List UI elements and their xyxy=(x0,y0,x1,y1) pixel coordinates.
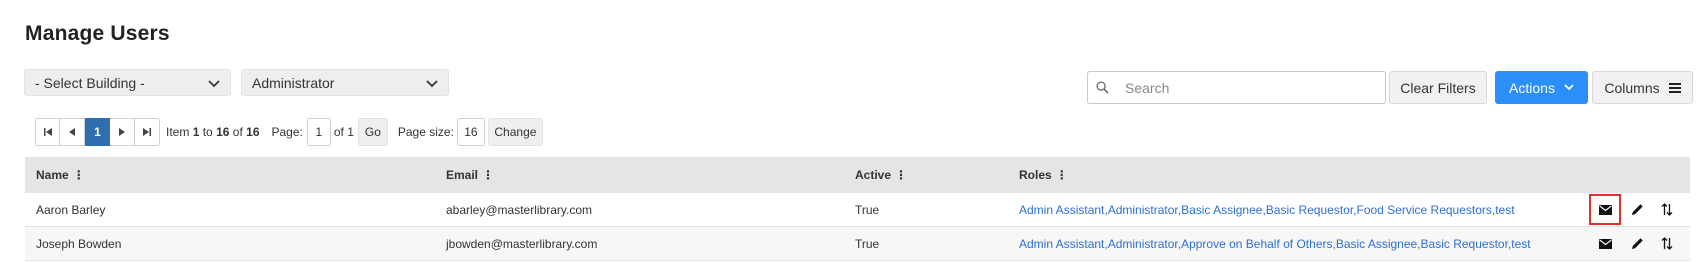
column-menu-icon[interactable]: ⋮ xyxy=(895,168,907,182)
of-pages-text: of 1 xyxy=(333,125,354,139)
column-header-email[interactable]: Email ⋮ xyxy=(446,168,494,182)
menu-icon xyxy=(1668,82,1681,93)
column-header-label: Name xyxy=(36,168,69,182)
column-header-name[interactable]: Name ⋮ xyxy=(36,168,85,182)
column-menu-icon[interactable]: ⋮ xyxy=(1056,168,1068,182)
item-of-word: of xyxy=(232,125,243,139)
first-page-button[interactable] xyxy=(35,118,60,146)
building-select[interactable]: - Select Building - xyxy=(24,69,231,96)
first-page-icon xyxy=(43,128,52,136)
user-email: jbowden@masterlibrary.com xyxy=(446,236,598,251)
item-total: 16 xyxy=(246,125,260,139)
columns-button[interactable]: Columns xyxy=(1592,71,1693,104)
role-select[interactable]: Administrator xyxy=(241,69,449,96)
search-input[interactable] xyxy=(1123,78,1367,97)
table-row: Joseph Bowden jbowden@masterlibrary.com … xyxy=(25,227,1690,261)
user-roles-link[interactable]: Admin Assistant,Administrator,Approve on… xyxy=(1019,237,1531,251)
prev-page-icon xyxy=(69,128,75,136)
user-name: Aaron Barley xyxy=(36,202,106,217)
user-name: Joseph Bowden xyxy=(36,236,122,251)
prev-page-button[interactable] xyxy=(60,118,85,146)
envelope-icon[interactable] xyxy=(1591,227,1619,260)
column-header-label: Active xyxy=(855,168,892,182)
role-select-value: Administrator xyxy=(252,74,335,91)
last-page-button[interactable] xyxy=(135,118,160,146)
page-label: Page: xyxy=(271,125,303,139)
item-prefix: Item xyxy=(166,125,190,139)
column-header-active[interactable]: Active ⋮ xyxy=(855,168,907,182)
go-button[interactable]: Go xyxy=(357,118,388,146)
search-icon xyxy=(1096,81,1109,94)
column-menu-icon[interactable]: ⋮ xyxy=(73,168,85,182)
item-from: 1 xyxy=(192,125,200,139)
table-header: Name ⋮ Email ⋮ Active ⋮ Roles ⋮ xyxy=(25,157,1690,193)
clear-filters-button[interactable]: Clear Filters xyxy=(1389,71,1487,104)
user-roles-link[interactable]: Admin Assistant,Administrator,Basic Assi… xyxy=(1019,203,1515,217)
column-header-roles[interactable]: Roles ⋮ xyxy=(1019,168,1068,182)
table-row: Aaron Barley abarley@masterlibrary.com T… xyxy=(25,193,1690,227)
page-size-label: Page size: xyxy=(397,125,454,139)
pencil-icon[interactable] xyxy=(1623,193,1651,226)
sort-arrows-icon[interactable] xyxy=(1653,227,1681,260)
page-input[interactable]: 1 xyxy=(306,118,331,146)
next-page-button[interactable] xyxy=(110,118,135,146)
pencil-icon[interactable] xyxy=(1623,227,1651,260)
chevron-down-icon xyxy=(426,75,438,91)
chevron-down-icon xyxy=(1564,84,1574,91)
user-active: True xyxy=(855,202,880,217)
chevron-down-icon xyxy=(208,75,220,91)
pager: 1 Item 1 to 16 of 16 Page: 1 of 1 Go Pag… xyxy=(35,118,543,146)
envelope-icon[interactable] xyxy=(1589,194,1621,225)
page-title: Manage Users xyxy=(25,22,170,45)
actions-label: Actions xyxy=(1509,79,1555,96)
sort-arrows-icon[interactable] xyxy=(1653,193,1681,226)
item-range-text: Item 1 to 16 of 16 xyxy=(166,125,260,139)
page-number-button[interactable]: 1 xyxy=(85,118,110,146)
last-page-icon xyxy=(143,128,151,136)
user-email: abarley@masterlibrary.com xyxy=(446,202,592,217)
column-menu-icon[interactable]: ⋮ xyxy=(482,168,494,182)
actions-button[interactable]: Actions xyxy=(1495,71,1588,104)
column-header-label: Roles xyxy=(1019,168,1052,182)
columns-label: Columns xyxy=(1604,79,1660,96)
page-size-input[interactable]: 16 xyxy=(456,118,485,146)
change-button[interactable]: Change xyxy=(487,118,543,146)
column-header-label: Email xyxy=(446,168,479,182)
item-to: 16 xyxy=(216,125,230,139)
next-page-icon xyxy=(119,128,125,136)
item-to-word: to xyxy=(202,125,213,139)
building-select-value: - Select Building - xyxy=(35,74,145,91)
users-table: Name ⋮ Email ⋮ Active ⋮ Roles ⋮ Aaron Barley… xyxy=(25,157,1690,261)
search-box[interactable] xyxy=(1087,71,1386,104)
user-active: True xyxy=(855,236,880,251)
